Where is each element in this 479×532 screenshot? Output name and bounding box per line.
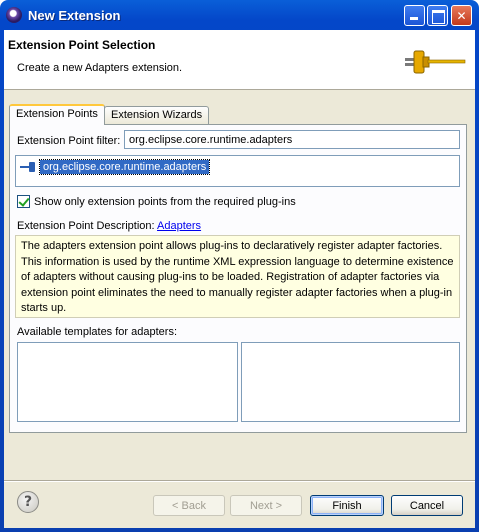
wizard-header: Extension Point Selection Create a new A… — [4, 30, 475, 90]
minimize-button[interactable] — [404, 5, 425, 26]
show-required-row[interactable]: Show only extension points from the requ… — [17, 195, 296, 208]
templates-list[interactable] — [17, 342, 238, 422]
page-title: Extension Point Selection — [8, 38, 156, 52]
window-title: New Extension — [28, 7, 121, 23]
templates-label: Available templates for adapters: — [17, 326, 177, 338]
tab-extension-wizards[interactable]: Extension Wizards — [104, 106, 210, 124]
filter-input[interactable] — [124, 130, 460, 149]
template-description-box — [241, 342, 460, 422]
eclipse-icon — [6, 7, 22, 23]
extension-point-list[interactable]: org.eclipse.core.runtime.adapters — [15, 155, 460, 187]
list-item[interactable]: org.eclipse.core.runtime.adapters — [20, 159, 211, 175]
tab-extension-points[interactable]: Extension Points — [9, 104, 105, 125]
finish-button[interactable]: Finish — [310, 495, 384, 516]
close-button[interactable]: ✕ — [451, 5, 472, 26]
dialog-body: Extension Point Selection Create a new A… — [4, 30, 475, 528]
show-required-label[interactable]: Show only extension points from the requ… — [34, 196, 296, 208]
description-label-row: Extension Point Description: Adapters — [17, 220, 201, 232]
filter-label: Extension Point filter: — [17, 135, 121, 147]
back-button[interactable]: < Back — [153, 495, 225, 516]
description-text: The adapters extension point allows plug… — [15, 235, 460, 318]
page-description: Create a new Adapters extension. — [17, 62, 183, 74]
dialog-window: New Extension ✕ Extension Point Selectio… — [0, 0, 479, 532]
extension-point-icon — [20, 162, 38, 172]
description-link[interactable]: Adapters — [157, 220, 201, 232]
title-bar[interactable]: New Extension ✕ — [4, 0, 475, 30]
next-button[interactable]: Next > — [230, 495, 302, 516]
footer-separator — [4, 480, 475, 482]
help-icon[interactable]: ? — [17, 491, 39, 513]
description-label: Extension Point Description: — [17, 220, 155, 232]
cancel-button[interactable]: Cancel — [391, 495, 463, 516]
extension-points-panel: Extension Point filter: org.eclipse.core… — [9, 124, 467, 433]
maximize-button[interactable] — [427, 5, 448, 26]
plug-icon — [405, 50, 466, 74]
list-item-label: org.eclipse.core.runtime.adapters — [38, 159, 211, 175]
show-required-checkbox[interactable] — [17, 195, 30, 208]
